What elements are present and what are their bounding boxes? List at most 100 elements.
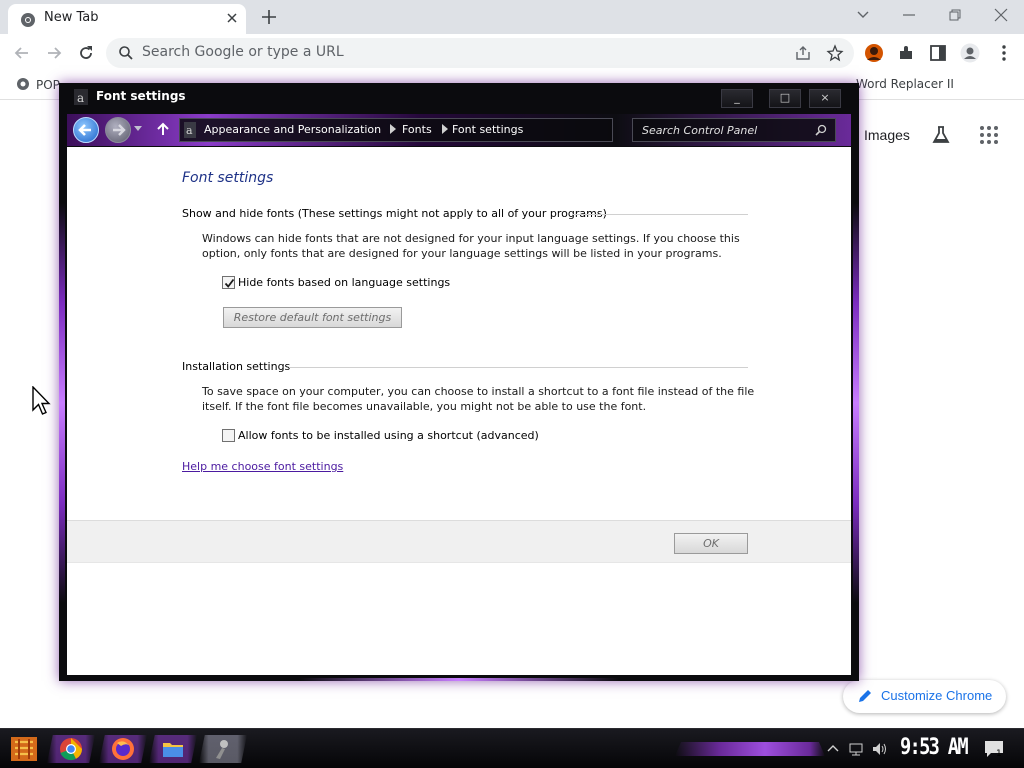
- bookmark-item[interactable]: POP: [16, 77, 60, 92]
- notification-count: 1: [996, 749, 1002, 759]
- forward-icon[interactable]: [45, 44, 63, 62]
- chevron-right-icon[interactable]: [390, 124, 396, 134]
- close-tab-icon[interactable]: [224, 10, 240, 26]
- new-tab-button[interactable]: [260, 8, 278, 26]
- window-border-glow: [59, 203, 65, 603]
- customize-chrome-button[interactable]: Customize Chrome: [843, 680, 1006, 713]
- side-panel-icon[interactable]: [928, 43, 948, 63]
- bookmark-label: Word Replacer II: [856, 77, 954, 91]
- menu-dots-icon[interactable]: [994, 43, 1014, 63]
- checkbox-checked[interactable]: [222, 276, 235, 289]
- back-icon[interactable]: [13, 44, 31, 62]
- account-icon[interactable]: [960, 43, 980, 63]
- close-window-icon[interactable]: [991, 6, 1011, 24]
- search-icon[interactable]: [815, 124, 827, 136]
- section-divider: [572, 214, 748, 215]
- up-arrow-icon[interactable]: [155, 121, 171, 137]
- window-close-button[interactable]: ×: [809, 89, 841, 108]
- minimize-icon[interactable]: [899, 6, 919, 24]
- chrome-icon: [21, 13, 35, 27]
- network-icon[interactable]: [848, 741, 864, 757]
- window-minimize-button[interactable]: _: [721, 89, 753, 108]
- window-title: Font settings: [96, 89, 186, 103]
- bookmark-item[interactable]: Word Replacer II: [856, 77, 954, 91]
- window-border-glow: [853, 203, 859, 603]
- tab-new-tab[interactable]: New Tab: [8, 4, 246, 34]
- chevron-right-icon[interactable]: [442, 124, 448, 134]
- extensions-icon[interactable]: [896, 43, 916, 63]
- checkbox-unchecked[interactable]: [222, 429, 235, 442]
- minimize-label: _: [734, 91, 740, 104]
- maximize-label: □: [779, 91, 791, 104]
- globe-icon: [17, 78, 29, 90]
- breadcrumb[interactable]: a Appearance and Personalization Fonts F…: [179, 118, 613, 142]
- chrome-tabstrip: New Tab: [0, 0, 1024, 34]
- window-maximize-button[interactable]: □: [769, 89, 801, 108]
- customize-chrome-label: Customize Chrome: [881, 688, 993, 703]
- search-placeholder: Search Control Panel: [642, 124, 758, 137]
- close-label: ×: [820, 91, 830, 104]
- allow-shortcut-checkbox[interactable]: Allow fonts to be installed using a shor…: [222, 429, 539, 442]
- hide-fonts-label: Hide fonts based on language settings: [238, 276, 451, 289]
- chrome-toolbar: Search Google or type a URL: [0, 34, 1024, 72]
- svg-text:a: a: [77, 91, 84, 105]
- page-title: Font settings: [182, 170, 274, 186]
- hide-fonts-checkbox[interactable]: Hide fonts based on language settings: [222, 276, 450, 289]
- section-divider: [289, 367, 748, 368]
- explorer-back-button[interactable]: [73, 117, 99, 143]
- show-hide-heading: Show and hide fonts (These settings migh…: [182, 207, 607, 220]
- apps-grid-icon[interactable]: [978, 124, 1000, 146]
- taskbar: 9:53 AM 1: [0, 728, 1024, 768]
- share-icon[interactable]: [794, 44, 812, 62]
- bookmark-label: POP: [36, 78, 60, 92]
- taskbar-decoration: [675, 742, 825, 756]
- reload-icon[interactable]: [77, 44, 95, 62]
- breadcrumb-item-fonts[interactable]: Fonts: [402, 123, 432, 136]
- taskbar-font-settings[interactable]: [199, 733, 247, 765]
- window-border-glow: [299, 678, 619, 681]
- recent-pages-dropdown-icon[interactable]: [134, 124, 142, 132]
- installation-heading: Installation settings: [182, 360, 291, 373]
- help-choose-font-settings-link[interactable]: Help me choose font settings: [182, 460, 343, 473]
- breadcrumb-item-font-settings[interactable]: Font settings: [452, 123, 523, 136]
- show-hidden-icons-icon[interactable]: [825, 741, 841, 757]
- back-arrow-icon: [78, 124, 91, 136]
- restore-icon[interactable]: [945, 6, 965, 24]
- start-button-icon[interactable]: [9, 735, 39, 763]
- show-hide-description: Windows can hide fonts that are not desi…: [202, 232, 740, 260]
- taskbar-firefox[interactable]: [99, 733, 147, 765]
- installation-description: To save space on your computer, you can …: [202, 385, 755, 413]
- labs-flask-icon[interactable]: [930, 124, 952, 146]
- ntp-images-link[interactable]: Images: [864, 127, 910, 143]
- svg-text:a: a: [186, 124, 193, 137]
- bookmark-star-icon[interactable]: [826, 44, 844, 62]
- folder-icon: [163, 743, 183, 757]
- dialog-footer: OK: [67, 520, 851, 563]
- tab-title: New Tab: [44, 10, 99, 25]
- address-bar: a Appearance and Personalization Fonts F…: [67, 114, 851, 146]
- search-icon: [119, 46, 133, 60]
- omnibox[interactable]: Search Google or type a URL: [106, 38, 854, 68]
- checkmark-icon: [224, 278, 235, 288]
- control-panel-search[interactable]: Search Control Panel: [632, 118, 836, 142]
- explorer-forward-button[interactable]: [105, 117, 131, 143]
- allow-shortcut-label: Allow fonts to be installed using a shor…: [238, 429, 539, 442]
- taskbar-chrome[interactable]: [47, 733, 95, 765]
- taskbar-file-explorer[interactable]: [149, 733, 197, 765]
- omnibox-placeholder: Search Google or type a URL: [142, 44, 344, 60]
- firefox-icon: [112, 738, 134, 760]
- mouse-cursor-icon: [32, 386, 51, 415]
- volume-icon[interactable]: [871, 741, 887, 757]
- font-settings-window: a Font settings _ □ × a Appearance and P…: [59, 83, 859, 681]
- profile-avatar-icon[interactable]: [864, 43, 884, 63]
- chrome-icon: [60, 738, 82, 761]
- pencil-icon: [859, 690, 871, 702]
- tab-search-icon[interactable]: [853, 6, 873, 24]
- notification-center-icon[interactable]: 1: [983, 739, 1005, 759]
- breadcrumb-item-appearance[interactable]: Appearance and Personalization: [204, 123, 381, 136]
- restore-default-font-settings-button[interactable]: Restore default font settings: [223, 307, 402, 328]
- font-settings-content: Font settings Show and hide fonts (These…: [67, 147, 851, 675]
- system-clock[interactable]: 9:53 AM: [900, 735, 969, 760]
- ok-button[interactable]: OK: [674, 533, 748, 554]
- control-panel-icon: [216, 740, 228, 759]
